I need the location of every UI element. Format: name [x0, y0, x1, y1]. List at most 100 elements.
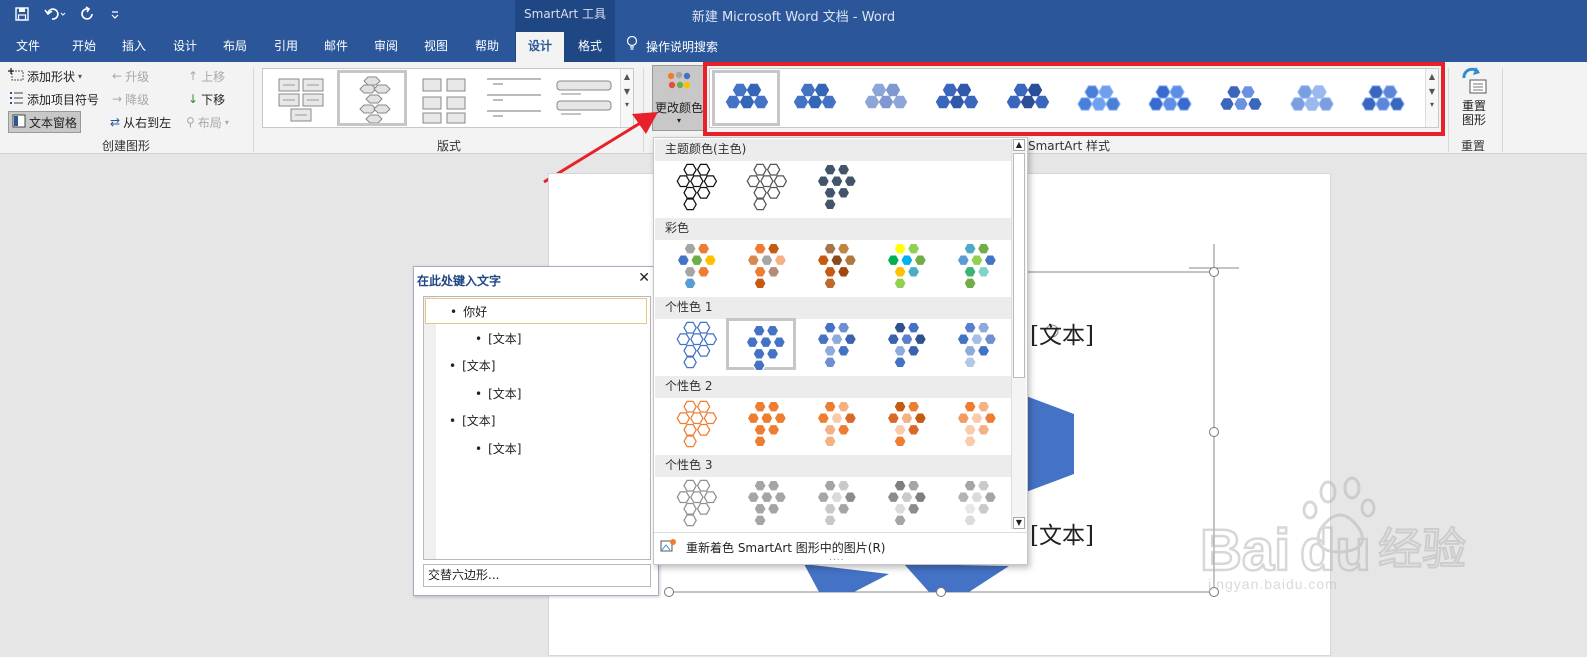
- undo-icon[interactable]: [44, 6, 66, 26]
- text-pane-button[interactable]: 文本窗格: [8, 111, 82, 133]
- section-theme-colors-header: 主题颜色(主色): [655, 139, 1011, 161]
- tab-home[interactable]: 开始: [56, 32, 112, 62]
- group-divider: [253, 68, 254, 152]
- tab-layout[interactable]: 布局: [210, 32, 260, 62]
- layout-thumb-blocks[interactable]: [267, 73, 335, 127]
- customize-icon[interactable]: [110, 6, 120, 26]
- color-swatch[interactable]: [940, 476, 1006, 530]
- recolor-picture-icon: [660, 538, 678, 557]
- color-swatch[interactable]: [730, 239, 796, 293]
- scroll-down-icon[interactable]: ▼: [1013, 517, 1025, 529]
- move-up-button[interactable]: ↑ 上移: [188, 65, 225, 87]
- redo-icon[interactable]: [80, 6, 96, 26]
- text-pane-item-text: [文本]: [462, 359, 496, 374]
- color-swatch[interactable]: [940, 397, 1006, 451]
- color-swatch[interactable]: [940, 318, 1006, 372]
- save-icon[interactable]: [14, 6, 30, 26]
- color-swatch[interactable]: [660, 239, 726, 293]
- color-swatch[interactable]: [730, 397, 796, 451]
- tab-help[interactable]: 帮助: [461, 32, 513, 62]
- tell-me-label: 操作说明搜索: [646, 40, 719, 54]
- color-swatch[interactable]: [870, 476, 936, 530]
- text-pane-item[interactable]: • [文本]: [425, 381, 647, 407]
- color-swatch[interactable]: [940, 239, 1006, 293]
- text-pane-item[interactable]: • 你好: [425, 298, 647, 324]
- tab-design[interactable]: 设计: [160, 32, 210, 62]
- tab-references[interactable]: 引用: [260, 32, 312, 62]
- scroll-thumb[interactable]: [1013, 153, 1025, 378]
- text-pane-icon: [12, 114, 26, 131]
- tab-smartart-format[interactable]: 格式: [566, 32, 614, 62]
- canvas-text-2[interactable]: [文本]: [1030, 516, 1094, 550]
- layout-name-link[interactable]: 交替六边形...: [423, 564, 651, 587]
- resize-handle[interactable]: [664, 587, 674, 597]
- color-swatch[interactable]: [726, 318, 796, 372]
- svg-text:Bai: Bai: [1200, 518, 1290, 583]
- color-swatch[interactable]: [800, 476, 866, 530]
- tab-view[interactable]: 视图: [411, 32, 461, 62]
- color-swatch[interactable]: [870, 239, 936, 293]
- section-accent-2-header: 个性色 2: [655, 376, 1011, 398]
- color-swatch[interactable]: [800, 397, 866, 451]
- hexagon-shape[interactable]: [904, 564, 1009, 592]
- color-swatch[interactable]: [800, 160, 866, 214]
- color-swatch[interactable]: [800, 239, 866, 293]
- tab-smartart-design[interactable]: 设计: [516, 32, 564, 62]
- bullet-icon: •: [449, 359, 457, 374]
- hexagon-shape[interactable]: [804, 564, 889, 592]
- group-divider: [1502, 68, 1503, 152]
- dropdown-scrollbar[interactable]: ▲ ▼: [1011, 139, 1026, 529]
- color-swatch[interactable]: [660, 160, 726, 214]
- tab-review[interactable]: 审阅: [361, 32, 411, 62]
- color-swatch[interactable]: [870, 318, 936, 372]
- color-swatch[interactable]: [660, 476, 726, 530]
- layout-thumb-grid[interactable]: [411, 73, 479, 127]
- smartart-styles-group-label: SmartArt 样式: [1028, 137, 1110, 154]
- add-shape-button[interactable]: 添加形状 ▾: [8, 65, 82, 87]
- right-to-left-label: 从右到左: [123, 115, 172, 130]
- right-arrow-icon: →: [112, 92, 123, 106]
- color-swatch[interactable]: [730, 160, 796, 214]
- demote-button[interactable]: → 降级: [112, 88, 149, 110]
- close-icon[interactable]: ✕: [638, 270, 650, 286]
- right-to-left-button[interactable]: ⇄ 从右到左: [110, 111, 171, 133]
- canvas-text-1[interactable]: [文本]: [1030, 316, 1094, 350]
- color-swatch[interactable]: [730, 476, 796, 530]
- resize-handle[interactable]: [1209, 427, 1219, 437]
- change-colors-dropdown: ▲ ▼ 重新着色 SmartArt 图形中的图片(R) .... 主题颜色(主色…: [653, 137, 1028, 565]
- resize-handle[interactable]: [936, 587, 946, 597]
- scroll-up-icon[interactable]: ▲: [1013, 139, 1025, 151]
- tab-file[interactable]: 文件: [0, 32, 56, 62]
- baidu-watermark: Bai du 经验 jingyan.baidu.com: [1199, 470, 1490, 592]
- text-pane-title: 在此处键入文字: [417, 274, 502, 288]
- bullet-icon: •: [475, 386, 483, 401]
- move-down-button[interactable]: ↓ 下移: [188, 88, 225, 110]
- baidu-logo-icon: Bai du 经验: [1199, 476, 1467, 584]
- layout-button[interactable]: ⚲ 布局 ▾: [186, 111, 229, 133]
- bullet-icon: •: [475, 331, 483, 346]
- layout-thumb-lines[interactable]: [481, 73, 549, 127]
- text-pane-item[interactable]: • [文本]: [425, 326, 647, 352]
- color-swatch[interactable]: [870, 397, 936, 451]
- color-swatch[interactable]: [800, 318, 866, 372]
- text-pane-list[interactable]: • 你好 • [文本] • [文本] • [文本] • [文本] • [文本]: [423, 296, 651, 560]
- resize-handle[interactable]: [1209, 267, 1219, 277]
- resize-grip[interactable]: ....: [829, 553, 844, 563]
- add-bullet-button[interactable]: 添加项目符号: [8, 88, 99, 110]
- layout-thumb-alternating-hexagons[interactable]: [337, 70, 407, 126]
- text-pane-item[interactable]: • [文本]: [425, 408, 647, 434]
- tab-mailings[interactable]: 邮件: [311, 32, 361, 62]
- move-down-label: 下移: [201, 92, 226, 107]
- color-swatch[interactable]: [660, 318, 726, 372]
- tab-insert[interactable]: 插入: [108, 32, 160, 62]
- recolor-pictures-option[interactable]: 重新着色 SmartArt 图形中的图片(R): [660, 538, 885, 557]
- text-pane-item[interactable]: • [文本]: [425, 436, 647, 462]
- reset-graphic-button[interactable]: 重置图形: [1452, 66, 1496, 132]
- promote-button[interactable]: ← 升级: [112, 65, 149, 87]
- document-title: 新建 Microsoft Word 文档 - Word: [691, 10, 896, 25]
- color-swatch[interactable]: [660, 397, 726, 451]
- text-pane-item[interactable]: • [文本]: [425, 353, 647, 379]
- title-bar: SmartArt 工具 新建 Microsoft Word 文档 - Word: [0, 0, 1587, 32]
- chevron-down-icon: ▾: [78, 71, 83, 81]
- tell-me-search[interactable]: 操作说明搜索: [626, 32, 746, 62]
